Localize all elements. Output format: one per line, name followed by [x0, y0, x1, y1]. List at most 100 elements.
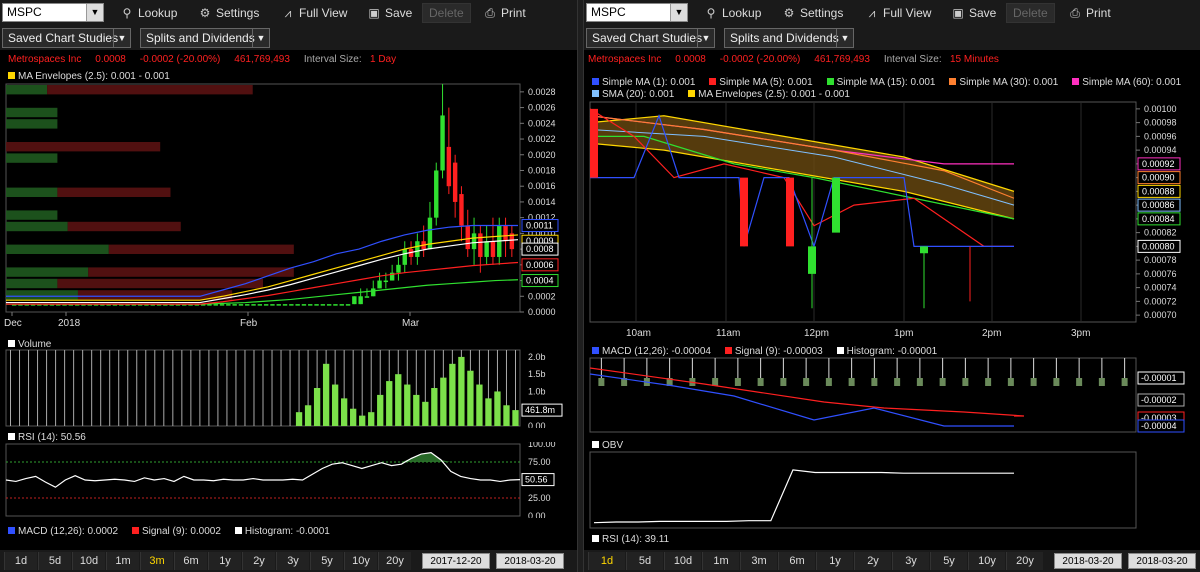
- candle-up: [377, 280, 382, 289]
- y-tick-label: 0.00: [528, 511, 546, 518]
- range-button-1d[interactable]: 1d: [588, 552, 625, 570]
- delete-button[interactable]: Delete: [1006, 3, 1055, 23]
- range-button-6m[interactable]: 6m: [778, 552, 815, 570]
- volume-profile-bar-green: [6, 107, 58, 118]
- range-button-5y[interactable]: 5y: [310, 552, 343, 570]
- left-chart-panel: MSPC ▼ ⚲ Lookup ⚙ Settings ⩘ Full View ▣ Save…: [0, 0, 577, 572]
- intraday-price-chart[interactable]: 0.00070 0.00072 0.00074 0.00076 0.00078 0.000…: [584, 100, 1200, 340]
- range-button-2y[interactable]: 2y: [242, 552, 275, 570]
- print-button[interactable]: ⎙ Print: [1068, 4, 1111, 22]
- gear-icon: ⚙: [199, 6, 211, 20]
- volume-bar: [350, 408, 357, 426]
- symbol-select[interactable]: MSPC ▼: [586, 3, 688, 22]
- range-button-10d[interactable]: 10d: [72, 552, 105, 570]
- candle-up: [308, 304, 313, 306]
- delete-button[interactable]: Delete: [422, 3, 471, 23]
- range-button-10y[interactable]: 10y: [344, 552, 377, 570]
- macd-legend: MACD (12,26): 0.0002 Signal (9): 0.0002 …: [8, 526, 330, 537]
- top-toolbar: MSPC ▼ ⚲ Lookup ⚙ Settings ⩘ Full View ▣ Save…: [0, 0, 577, 26]
- range-button-5y[interactable]: 5y: [930, 552, 967, 570]
- volume-chart[interactable]: 0.00500.0m1.0b1.5b2.0b461.8m: [0, 348, 577, 428]
- histogram-bar: [1121, 378, 1128, 386]
- range-button-2y[interactable]: 2y: [854, 552, 891, 570]
- chevron-down-icon[interactable]: ▼: [697, 29, 714, 47]
- search-icon: ⚲: [122, 6, 132, 20]
- print-button[interactable]: ⎙ Print: [483, 4, 526, 22]
- range-button-5d[interactable]: 5d: [626, 552, 663, 570]
- chevron-down-icon[interactable]: ▼: [670, 4, 687, 21]
- splits-dividends-select[interactable]: Splits and Dividends ▼: [140, 28, 270, 48]
- candle-up: [219, 304, 225, 306]
- rsi-chart[interactable]: 0.0025.0050.0075.00100.0050.56: [0, 442, 577, 518]
- legend-swatch: [8, 527, 15, 534]
- date-to-field[interactable]: 2018-03-20: [1128, 553, 1196, 569]
- range-button-10y[interactable]: 10y: [968, 552, 1005, 570]
- range-button-3m[interactable]: 3m: [140, 552, 173, 570]
- range-button-1m[interactable]: 1m: [702, 552, 739, 570]
- volume-bar: [476, 384, 483, 426]
- settings-button[interactable]: ⚙ Settings: [782, 4, 844, 22]
- floppy-icon: ▣: [952, 6, 964, 20]
- volume-profile-bar-green: [6, 290, 78, 300]
- save-button[interactable]: ▣ Save: [367, 4, 412, 22]
- range-button-10d[interactable]: 10d: [664, 552, 701, 570]
- macd-chart[interactable]: -0.00001-0.00002-0.00003-0.00004: [584, 356, 1200, 434]
- volume-profile-bar-green: [6, 244, 109, 254]
- volume-bar: [322, 363, 330, 426]
- price-label: 0.00088: [1142, 186, 1175, 196]
- full-view-button[interactable]: ⩘ Full View: [281, 4, 348, 22]
- price-chart[interactable]: 0.00000.00020.00040.00060.00080.00100.00…: [0, 80, 577, 330]
- range-button-20y[interactable]: 20y: [378, 552, 411, 570]
- saved-studies-select[interactable]: Saved Chart Studies ▼: [2, 28, 131, 48]
- histogram-bar: [848, 378, 855, 386]
- range-button-6m[interactable]: 6m: [174, 552, 207, 570]
- range-button-3y[interactable]: 3y: [892, 552, 929, 570]
- settings-button[interactable]: ⚙ Settings: [198, 4, 260, 22]
- chevron-down-icon[interactable]: ▼: [86, 4, 103, 21]
- panel-divider[interactable]: [577, 0, 584, 572]
- y-tick-label: 0.00074: [1144, 283, 1177, 293]
- volume-profile-bar-red: [57, 187, 171, 197]
- save-button[interactable]: ▣ Save: [951, 4, 996, 22]
- volume-profile-bar-red: [67, 221, 181, 232]
- range-button-1y[interactable]: 1y: [208, 552, 241, 570]
- day-volume: 461,769,493: [814, 54, 870, 65]
- candle-up: [434, 170, 439, 218]
- range-button-3m[interactable]: 3m: [740, 552, 777, 570]
- histogram-bar: [1030, 378, 1037, 386]
- saved-studies-select[interactable]: Saved Chart Studies ▼: [586, 28, 715, 48]
- histogram-bar: [916, 378, 923, 386]
- chevron-down-icon[interactable]: ▼: [113, 29, 130, 47]
- range-button-5d[interactable]: 5d: [38, 552, 71, 570]
- lookup-button[interactable]: ⚲ Lookup: [120, 4, 178, 22]
- volume-bar: [368, 412, 375, 426]
- volume-bar: [467, 370, 474, 426]
- plot-frame: [589, 357, 1137, 433]
- candle-up: [245, 304, 250, 306]
- full-view-button[interactable]: ⩘ Full View: [865, 4, 932, 22]
- candle-down: [452, 162, 458, 202]
- splits-dividends-select[interactable]: Splits and Dividends ▼: [724, 28, 854, 48]
- volume-bar: [422, 401, 429, 426]
- obv-chart[interactable]: [584, 450, 1200, 530]
- y-tick-label: 0.00100: [1144, 104, 1177, 114]
- symbol-select[interactable]: MSPC ▼: [2, 3, 104, 22]
- date-to-field[interactable]: 2018-03-20: [496, 553, 564, 569]
- candle-up: [440, 115, 445, 171]
- date-from-field[interactable]: 2018-03-20: [1054, 553, 1122, 569]
- volume-bar: [485, 398, 492, 426]
- lookup-button[interactable]: ⚲ Lookup: [704, 4, 762, 22]
- x-tick-label: Dec: [4, 318, 22, 329]
- quote-info: Metrospaces Inc 0.0008 -0.0002 (-20.00%)…: [588, 54, 999, 65]
- range-button-3y[interactable]: 3y: [276, 552, 309, 570]
- range-button-1y[interactable]: 1y: [816, 552, 853, 570]
- volume-bar: [404, 384, 411, 426]
- range-button-1d[interactable]: 1d: [4, 552, 37, 570]
- chevron-down-icon[interactable]: ▼: [836, 29, 853, 47]
- legend-swatch: [592, 90, 599, 97]
- range-button-20y[interactable]: 20y: [1006, 552, 1043, 570]
- y-tick-label: 0.0018: [528, 165, 556, 175]
- chevron-down-icon[interactable]: ▼: [252, 29, 269, 47]
- date-from-field[interactable]: 2017-12-20: [422, 553, 490, 569]
- range-button-1m[interactable]: 1m: [106, 552, 139, 570]
